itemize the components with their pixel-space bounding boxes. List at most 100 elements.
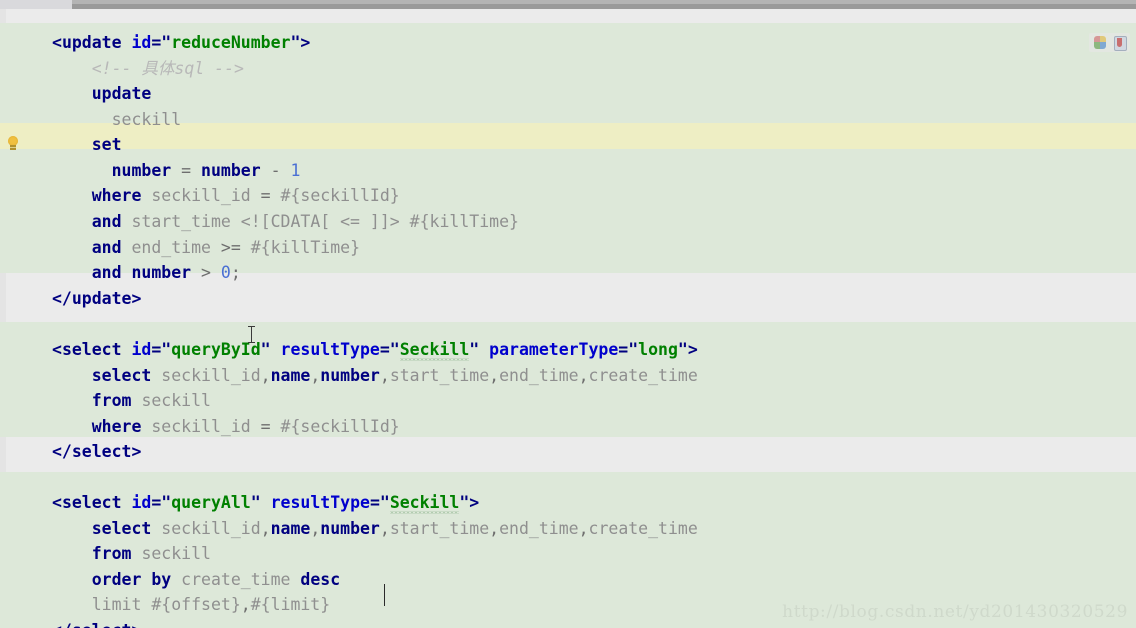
toolbar-shadow — [72, 0, 1136, 4]
code-text-layer[interactable]: <update id="reduceNumber"> <!-- 具体sql --… — [0, 9, 1136, 628]
code-line[interactable]: </select> — [0, 618, 141, 628]
code-line[interactable] — [0, 311, 52, 337]
token-sp — [52, 212, 92, 231]
token-sp — [132, 544, 142, 563]
token-name: select — [61, 493, 122, 512]
token-attr: id — [131, 340, 152, 359]
token-plain: limit — [91, 595, 142, 614]
token-sp — [52, 110, 112, 129]
token-tag: < — [52, 33, 62, 52]
token-op: , — [260, 519, 271, 538]
token-val-warn: Seckill — [389, 493, 460, 512]
token-quote: " — [379, 493, 390, 512]
token-kw: select — [91, 366, 152, 385]
text-caret — [384, 584, 385, 606]
code-line[interactable]: </select> — [0, 439, 141, 465]
watermark-text: http://blog.csdn.net/yd201430320529 — [782, 602, 1128, 622]
token-tag: > — [469, 493, 480, 512]
ibeam-bottom-cap — [248, 342, 255, 343]
token-tag: < — [52, 340, 62, 359]
token-name: update — [71, 289, 132, 308]
hector-icon[interactable] — [1112, 35, 1127, 51]
code-line[interactable]: <select id="queryById" resultType="Secki… — [0, 337, 698, 363]
ibeam-stem — [251, 327, 252, 342]
token-param: #{seckillId} — [280, 186, 400, 205]
token-sp — [52, 417, 92, 436]
code-line[interactable]: <!-- 具体sql --> — [0, 56, 244, 82]
token-eq: = — [369, 493, 380, 512]
token-sp — [132, 391, 142, 410]
token-tag: </ — [52, 621, 72, 628]
token-kw: set — [91, 135, 122, 154]
token-cdata: <![CDATA[ <= ]]> — [240, 212, 400, 231]
code-line[interactable]: seckill — [0, 107, 182, 133]
token-param: #{killTime} — [409, 212, 519, 231]
token-sp — [141, 417, 151, 436]
token-op: >= — [210, 238, 251, 257]
token-quote: " — [161, 33, 172, 52]
code-line[interactable]: update — [0, 81, 152, 107]
token-kw: update — [91, 84, 152, 103]
token-sp — [141, 595, 151, 614]
token-kw: number — [320, 519, 380, 538]
token-tag: > — [300, 33, 311, 52]
token-kw: number — [320, 366, 380, 385]
token-sp — [52, 544, 92, 563]
token-attr: id — [131, 33, 152, 52]
code-editor-surface[interactable]: <update id="reduceNumber"> <!-- 具体sql --… — [0, 9, 1136, 628]
token-attr: resultType — [270, 493, 370, 512]
editor-top-strip — [0, 0, 1136, 9]
token-eq: = — [618, 340, 629, 359]
editor-tab[interactable] — [0, 0, 72, 9]
token-sp — [52, 366, 92, 385]
code-line[interactable]: <select id="queryAll" resultType="Seckil… — [0, 490, 479, 516]
token-op: > — [191, 263, 221, 282]
token-op: = — [250, 186, 281, 205]
token-sp — [231, 212, 241, 231]
token-quote: " — [459, 493, 470, 512]
code-line[interactable]: select seckill_id,name,number,start_time… — [0, 516, 698, 542]
code-line[interactable]: where seckill_id = #{seckillId} — [0, 414, 400, 440]
token-eq: = — [379, 340, 390, 359]
token-param: #{seckillId} — [280, 417, 400, 436]
token-kw: select — [91, 519, 152, 538]
code-line[interactable]: order by create_time desc — [0, 567, 340, 593]
token-attr: resultType — [280, 340, 380, 359]
code-line[interactable]: where seckill_id = #{seckillId} — [0, 183, 400, 209]
code-line[interactable]: number = number - 1 — [0, 158, 301, 184]
token-op: , — [240, 595, 251, 614]
token-quote: " — [290, 33, 301, 52]
token-sp — [290, 570, 300, 589]
token-op: , — [310, 519, 321, 538]
code-line[interactable]: and end_time >= #{killTime} — [0, 235, 360, 261]
token-sp — [52, 135, 92, 154]
code-line[interactable]: from seckill — [0, 541, 211, 567]
token-num: 1 — [290, 161, 301, 180]
token-kw: from — [91, 391, 132, 410]
token-name: select — [71, 442, 132, 461]
code-line[interactable]: limit #{offset},#{limit} — [0, 592, 330, 618]
token-val: queryAll — [171, 493, 251, 512]
code-line[interactable]: <update id="reduceNumber"> — [0, 30, 310, 56]
token-plain: seckill — [141, 391, 211, 410]
lightbulb-icon[interactable] — [6, 136, 20, 152]
token-eq: = — [151, 33, 162, 52]
token-tag: </ — [52, 289, 72, 308]
token-sp — [151, 366, 161, 385]
token-op: = — [250, 417, 281, 436]
token-sp — [122, 33, 132, 52]
token-plain: seckill — [141, 544, 211, 563]
code-line[interactable]: from seckill — [0, 388, 211, 414]
token-kw: and — [91, 212, 122, 231]
code-line[interactable]: </update> — [0, 286, 141, 312]
token-name: update — [61, 33, 122, 52]
code-line[interactable]: select seckill_id,name,number,start_time… — [0, 363, 698, 389]
inspection-widget-icon[interactable] — [1092, 35, 1107, 50]
token-kw: name — [270, 519, 311, 538]
code-line[interactable]: and start_time <![CDATA[ <= ]]> #{killTi… — [0, 209, 519, 235]
code-line[interactable]: and number > 0; — [0, 260, 241, 286]
token-kw: from — [91, 544, 132, 563]
token-plain: seckill_id — [151, 417, 251, 436]
token-sp — [141, 570, 151, 589]
code-line[interactable] — [0, 465, 52, 491]
